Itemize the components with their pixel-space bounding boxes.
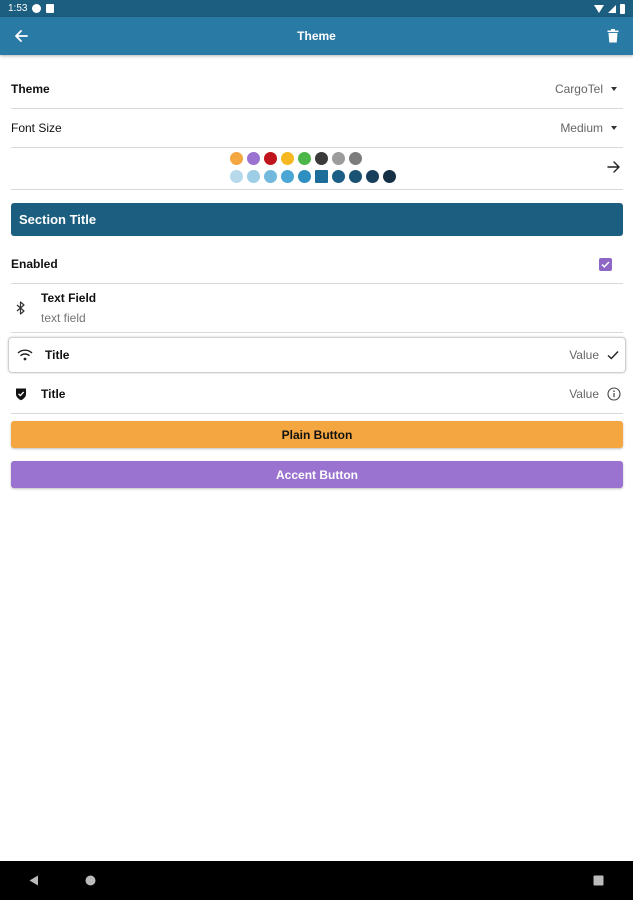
shield-icon (11, 387, 31, 401)
color-swatch[interactable] (383, 170, 396, 183)
color-swatches (230, 152, 396, 188)
arrow-left-icon (15, 30, 28, 42)
wifi-title-label: Title (45, 348, 70, 362)
text-field-input[interactable] (41, 311, 196, 325)
color-swatch[interactable] (298, 170, 311, 183)
bluetooth-icon (11, 301, 31, 315)
text-field-row: Text Field (11, 284, 623, 333)
color-swatch[interactable] (264, 152, 277, 165)
chevron-down-icon (611, 126, 617, 130)
delete-button[interactable] (603, 26, 623, 46)
notification-icon (32, 4, 42, 13)
battery-icon (620, 3, 625, 14)
color-palette-row[interactable] (11, 148, 623, 190)
color-swatch[interactable] (298, 152, 311, 165)
color-swatch[interactable] (247, 170, 260, 183)
text-field-label: Text Field (41, 291, 97, 305)
color-swatch[interactable] (349, 170, 362, 183)
palette-next-button[interactable] (607, 160, 621, 179)
status-time: 1:53 (8, 3, 28, 14)
app-bar: Theme (0, 17, 633, 55)
shield-title-row[interactable]: Title Value (11, 375, 623, 414)
color-swatch[interactable] (332, 170, 345, 183)
shield-title-label: Title (41, 387, 66, 401)
info-icon[interactable] (607, 387, 621, 401)
color-swatch[interactable] (281, 152, 294, 165)
shield-title-value: Value (569, 387, 599, 401)
wifi-icon (15, 349, 35, 361)
swatch-row-1 (230, 152, 396, 165)
section-title: Section Title (11, 203, 623, 236)
color-swatch[interactable] (332, 152, 345, 165)
color-swatch[interactable] (315, 170, 328, 183)
wifi-title-value: Value (569, 348, 599, 362)
color-swatch[interactable] (315, 152, 328, 165)
theme-label: Theme (11, 81, 50, 96)
nav-recents-icon[interactable] (593, 875, 604, 886)
check-icon (607, 351, 619, 360)
theme-value: CargoTel (554, 81, 603, 96)
enabled-row[interactable]: Enabled (11, 245, 623, 284)
page-title: Theme (297, 29, 336, 43)
nav-back-icon[interactable] (29, 875, 39, 886)
arrow-right-icon (607, 161, 620, 173)
swatch-row-2 (230, 170, 396, 183)
check-icon (601, 260, 610, 268)
enabled-checkbox[interactable] (599, 257, 612, 271)
color-swatch[interactable] (349, 152, 362, 165)
accent-button[interactable]: Accent Button (11, 461, 623, 488)
chevron-down-icon (611, 86, 617, 91)
font-size-value: Medium (560, 121, 603, 135)
theme-row[interactable]: Theme CargoTel (11, 69, 623, 109)
font-size-label: Font Size (11, 121, 62, 135)
wifi-status-icon (594, 4, 604, 13)
system-nav-bar (0, 861, 633, 900)
signal-icon (608, 4, 616, 13)
color-swatch[interactable] (281, 170, 294, 183)
status-bar: 1:53 (0, 0, 633, 17)
font-size-row[interactable]: Font Size Medium (11, 109, 623, 148)
color-swatch[interactable] (247, 152, 260, 165)
wifi-title-row[interactable]: Title Value (8, 337, 626, 373)
color-swatch[interactable] (264, 170, 277, 183)
back-button[interactable] (11, 26, 31, 46)
color-swatch[interactable] (230, 170, 243, 183)
color-swatch[interactable] (366, 170, 379, 183)
enabled-label: Enabled (11, 257, 58, 271)
sd-card-icon (46, 4, 55, 13)
plain-button[interactable]: Plain Button (11, 421, 623, 448)
trash-icon (607, 29, 619, 43)
color-swatch[interactable] (230, 152, 243, 165)
nav-home-icon[interactable] (85, 875, 96, 886)
